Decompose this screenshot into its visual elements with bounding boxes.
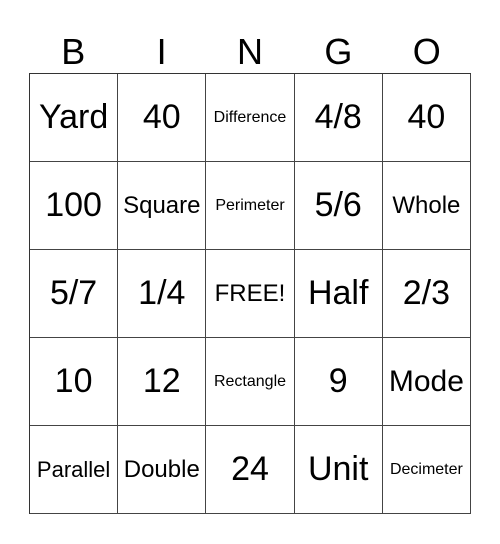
bingo-cell[interactable]: 24 [206,426,295,514]
bingo-cell[interactable]: Parallel [30,426,119,514]
header-letter-g: G [324,31,353,72]
bingo-cell[interactable]: 10 [30,338,119,426]
header-letter-o: O [412,31,441,72]
bingo-cell[interactable]: Unit [294,426,383,514]
bingo-cell[interactable]: Square [118,162,207,250]
bingo-cell[interactable]: Decimeter [382,426,471,514]
bingo-header: B I N G O [29,30,471,73]
bingo-cell[interactable]: Mode [382,338,471,426]
bingo-cell[interactable]: 2/3 [382,250,471,338]
bingo-cell[interactable]: 5/7 [30,250,119,338]
bingo-cell[interactable]: 4/8 [294,74,383,162]
bingo-cell[interactable]: Whole [382,162,471,250]
bingo-cell[interactable]: Perimeter [206,162,295,250]
header-letter-b: B [61,31,86,72]
bingo-cell[interactable]: Double [118,426,207,514]
bingo-grid: Yard 40 Difference 4/8 40 100 Square Per… [29,73,471,514]
bingo-cell[interactable]: Half [294,250,383,338]
bingo-cell[interactable]: 40 [382,74,471,162]
bingo-cell[interactable]: 9 [294,338,383,426]
bingo-cell[interactable]: 100 [30,162,119,250]
bingo-cell[interactable]: 40 [118,74,207,162]
bingo-cell[interactable]: Yard [30,74,119,162]
bingo-cell[interactable]: 5/6 [294,162,383,250]
bingo-cell[interactable]: 12 [118,338,207,426]
header-letter-i: I [156,31,167,72]
header-letter-n: N [236,31,263,72]
bingo-cell[interactable]: Rectangle [206,338,295,426]
free-space[interactable]: FREE! [206,250,295,338]
bingo-cell[interactable]: Difference [206,74,295,162]
bingo-cell[interactable]: 1/4 [118,250,207,338]
